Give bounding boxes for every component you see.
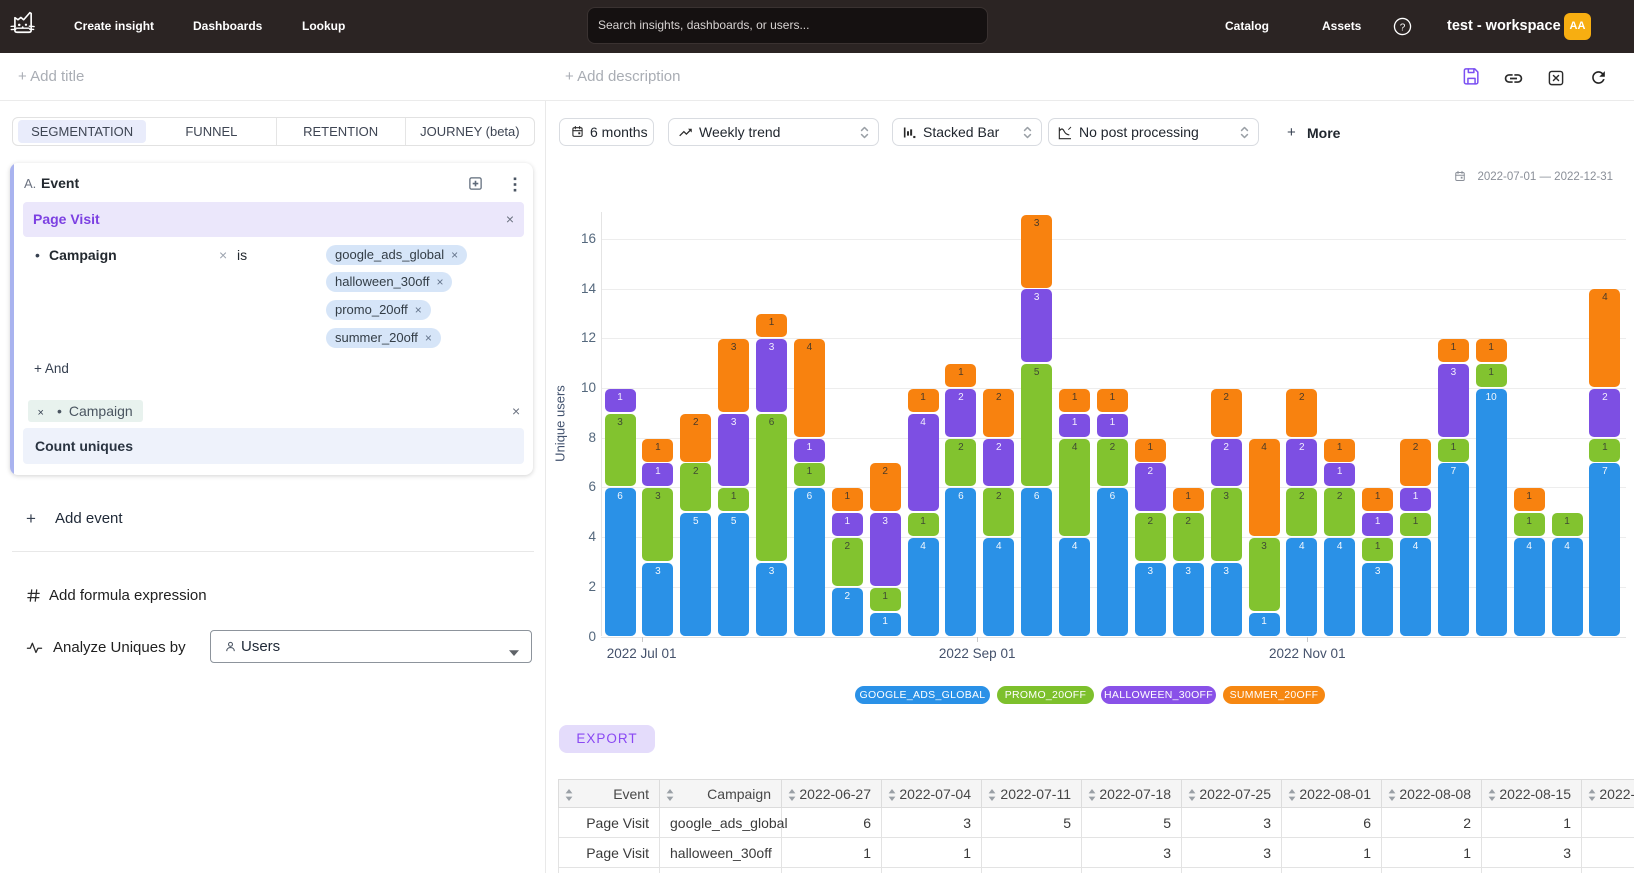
svg-text:?: ? (1400, 22, 1406, 33)
